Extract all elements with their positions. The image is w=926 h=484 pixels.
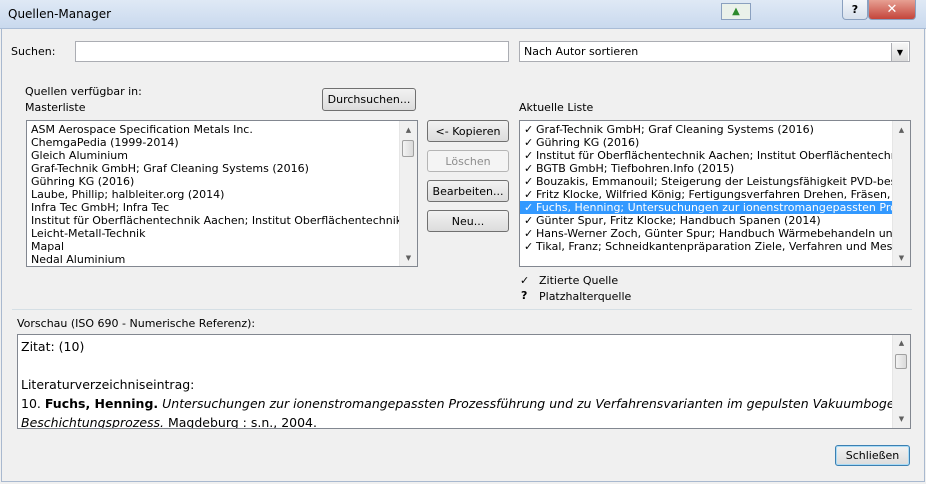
close-button[interactable]: Schließen [835,445,910,466]
preview-label: Vorschau (ISO 690 - Numerische Referenz)… [17,317,256,330]
check-icon: ✓ [524,188,534,201]
current-list-item-label: Institut für Oberflächentechnik Aachen; … [536,149,893,162]
new-button[interactable]: Neu... [427,210,509,232]
masterlist-item[interactable]: Graf-Technik GmbH; Graf Cleaning Systems… [27,162,400,175]
preview-pane[interactable]: Zitat: (10) Literaturverzeichniseintrag:… [17,334,911,429]
masterlist-item[interactable]: Gleich Aluminium [27,149,400,162]
scroll-up-icon[interactable]: ▲ [893,121,910,138]
close-window-button[interactable]: ✕ [868,0,916,20]
search-label: Suchen: [11,45,56,58]
preview-entry-line1: 10. Fuchs, Henning. Untersuchungen zur i… [21,394,907,413]
masterlist-item[interactable]: Laube, Phillip; halbleiter.org (2014) [27,188,400,201]
entry-publication: Magdeburg : s.n., 2004. [164,415,317,429]
current-list-items: ✓ Graf-Technik GmbH; Graf Cleaning System… [520,123,893,253]
masterlist-item[interactable]: ASM Aerospace Specification Metals Inc. [27,123,400,136]
sort-select-value: Nach Autor sortieren [524,45,639,58]
current-list-item-label: Hans-Werner Zoch, Günter Spur; Handbuch … [536,227,893,240]
check-icon: ✓ [524,227,534,240]
dialog-body: Suchen: Nach Autor sortieren ▼ Quellen v… [1,29,925,482]
check-icon: ✓ [524,175,534,188]
cited-source-check-icon: ✓ [520,274,530,287]
delete-button[interactable]: Löschen [427,150,509,172]
scroll-up-icon[interactable]: ▲ [893,335,910,352]
scroll-down-icon[interactable]: ▼ [893,249,910,266]
entry-title-line2: Beschichtungsprozess. [21,415,165,429]
preview-citation: Zitat: (10) [21,339,85,354]
preview-bibliography-heading: Literaturverzeichniseintrag: [21,377,195,392]
current-list-item[interactable]: ✓ Fuchs, Henning; Untersuchungen zur ione… [520,201,893,214]
masterlist-item[interactable]: Infra Tec GmbH; Infra Tec [27,201,400,214]
current-list-item-label: Graf-Technik GmbH; Graf Cleaning Systems… [536,123,814,136]
check-icon: ✓ [524,136,534,149]
placeholder-source-icon: ? [521,289,528,302]
check-icon: ✓ [524,240,534,253]
window-title: Quellen-Manager [8,7,112,21]
placeholder-source-label: Platzhalterquelle [539,290,632,303]
title-bar: Quellen-Manager ▲ ? ✕ [0,0,926,29]
current-list-item[interactable]: ✓ Fritz Klocke, Wilfried König; Fertigung… [520,188,893,201]
cited-source-label: Zitierte Quelle [539,274,619,287]
copy-button[interactable]: <- Kopieren [427,120,509,142]
scroll-thumb[interactable] [895,354,907,369]
current-list-item[interactable]: ✓ BGTB GmbH; Tiefbohren.Info (2015) [520,162,893,175]
entry-title-line1: Untersuchungen zur ionenstromangepassten… [162,396,907,411]
current-list-item-label: Bouzakis, Emmanouil; Steigerung der Leis… [536,175,893,188]
masterlist-item[interactable]: Leicht-Metall-Technik [27,227,400,240]
help-button[interactable]: ? [842,0,868,20]
current-list-item[interactable]: ✓ Günter Spur, Fritz Klocke; Handbuch Spa… [520,214,893,227]
current-list-item[interactable]: ✓ Gühring KG (2016) [520,136,893,149]
masterlist-item[interactable]: Nedal Aluminium [27,253,400,266]
scroll-down-icon[interactable]: ▼ [400,249,417,266]
current-list-item[interactable]: ✓ Tikal, Franz; Schneidkantenpräparation … [520,240,893,253]
scroll-up-icon[interactable]: ▲ [400,121,417,138]
check-icon: ✓ [524,123,534,136]
preview-scrollbar[interactable]: ▲ ▼ [892,335,910,428]
current-list-item[interactable]: ✓ Graf-Technik GmbH; Graf Cleaning System… [520,123,893,136]
masterlist-scrollbar[interactable]: ▲ ▼ [399,121,417,266]
current-list-label: Aktuelle Liste [519,101,594,114]
current-list-item-label: Gühring KG (2016) [536,136,640,149]
entry-author: Fuchs, Henning. [44,396,159,411]
current-list-item[interactable]: ✓ Hans-Werner Zoch, Günter Spur; Handbuch… [520,227,893,240]
sources-available-label: Quellen verfügbar in: [25,85,142,98]
masterlist-item[interactable]: Institut für Oberflächentechnik Aachen; … [27,214,400,227]
scroll-down-icon[interactable]: ▼ [893,411,910,428]
masterlist-listbox[interactable]: ASM Aerospace Specification Metals Inc. C… [26,120,418,267]
current-list-listbox[interactable]: ✓ Graf-Technik GmbH; Graf Cleaning System… [519,120,911,267]
current-list-item[interactable]: ✓ Institut für Oberflächentechnik Aachen;… [520,149,893,162]
edit-button[interactable]: Bearbeiten... [427,180,509,202]
search-input[interactable] [75,41,509,62]
masterlist-items: ASM Aerospace Specification Metals Inc. C… [27,123,400,266]
check-icon: ✓ [524,149,534,162]
entry-number: 10. [21,396,41,411]
masterlist-label: Masterliste [25,101,86,114]
current-list-item-label: Fritz Klocke, Wilfried König; Fertigungs… [536,188,893,201]
masterlist-item[interactable]: Gühring KG (2016) [27,175,400,188]
check-icon: ✓ [524,201,534,214]
current-list-item-label: Tikal, Franz; Schneidkantenpräparation Z… [536,240,893,253]
masterlist-item[interactable]: Mapal [27,240,400,253]
quick-access-icon[interactable]: ▲ [721,3,751,20]
separator [12,309,912,310]
current-list-item-label: Fuchs, Henning; Untersuchungen zur ionen… [536,201,893,214]
current-list-item[interactable]: ✓ Bouzakis, Emmanouil; Steigerung der Lei… [520,175,893,188]
check-icon: ✓ [524,162,534,175]
current-list-item-label: Günter Spur, Fritz Klocke; Handbuch Span… [536,214,821,227]
preview-entry-line2: Beschichtungsprozess. Magdeburg : s.n., … [21,413,317,429]
current-list-item-label: BGTB GmbH; Tiefbohren.Info (2015) [536,162,735,175]
sort-select[interactable]: Nach Autor sortieren ▼ [519,41,910,62]
check-icon: ✓ [524,214,534,227]
current-list-scrollbar[interactable]: ▲ ▼ [892,121,910,266]
browse-button[interactable]: Durchsuchen... [322,88,416,111]
masterlist-item[interactable]: ChemgaPedia (1999-2014) [27,136,400,149]
scroll-thumb[interactable] [402,140,414,157]
chevron-down-icon[interactable]: ▼ [891,43,908,61]
